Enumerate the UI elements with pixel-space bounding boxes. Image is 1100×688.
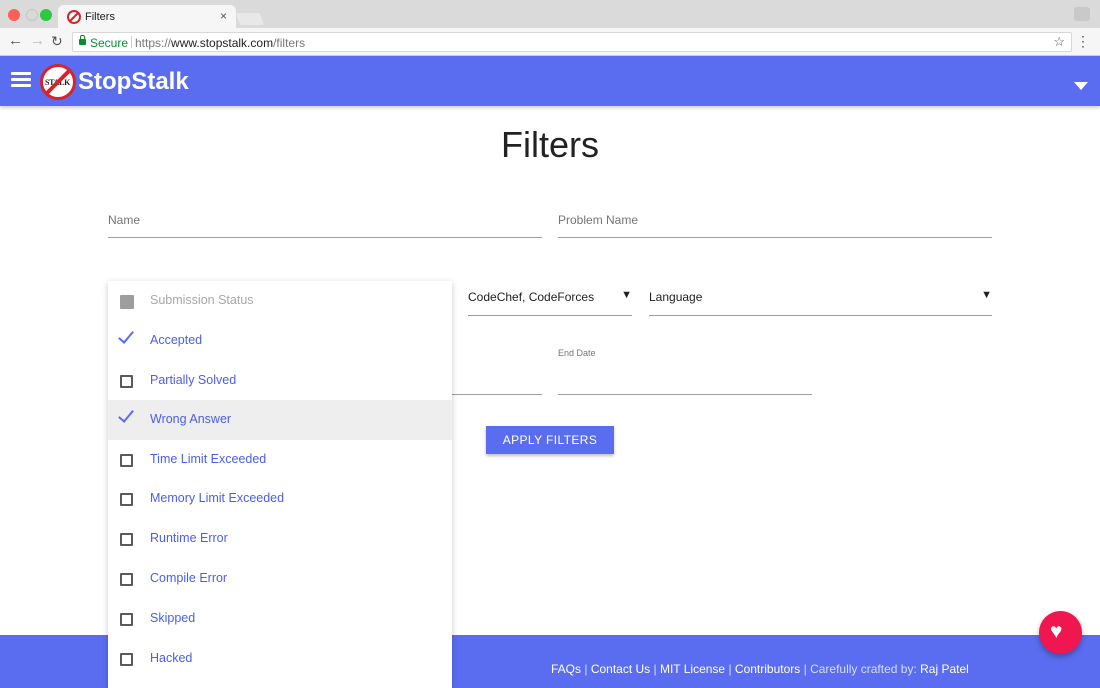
hamburger-menu-icon[interactable] <box>11 72 31 88</box>
browser-profile-icon[interactable] <box>1074 7 1090 21</box>
secure-label: Secure <box>90 36 129 50</box>
problem-name-field <box>558 210 992 238</box>
new-tab-button[interactable] <box>235 13 265 25</box>
checkbox-icon <box>120 573 133 586</box>
url-scheme: https:// <box>135 36 172 50</box>
checkmark-icon <box>118 406 134 423</box>
url-path: /filters <box>273 36 306 50</box>
disabled-checkbox-icon <box>120 295 134 309</box>
stopstalk-logo-icon[interactable]: STALK <box>40 64 76 100</box>
url-host: www.stopstalk.com <box>171 36 274 50</box>
browser-tab[interactable]: Filters × <box>58 5 236 29</box>
checkbox-icon <box>120 454 133 467</box>
status-option-time-limit-exceeded[interactable]: Time Limit Exceeded <box>108 440 452 480</box>
checkbox-icon <box>120 653 133 666</box>
status-option-label: Wrong Answer <box>150 412 232 426</box>
status-option: Submission Status <box>108 281 452 321</box>
status-option-runtime-error[interactable]: Runtime Error <box>108 519 452 559</box>
stopstalk-favicon-icon <box>67 10 81 24</box>
status-option-label: Compile Error <box>150 571 228 585</box>
end-date-label: End Date <box>558 348 596 358</box>
nav-dropdown-caret-icon[interactable] <box>1074 82 1088 90</box>
checkmark-icon <box>118 327 134 344</box>
footer-separator: | <box>800 662 811 676</box>
problem-name-input[interactable] <box>558 210 992 230</box>
checkbox-icon <box>120 533 133 546</box>
status-option-partially-solved[interactable]: Partially Solved <box>108 361 452 401</box>
site-navbar: STALK StopStalk <box>0 56 1100 106</box>
footer-links: FAQs | Contact Us | MIT License | Contri… <box>551 662 969 676</box>
window-zoom-button[interactable] <box>40 9 52 21</box>
status-option-label: Memory Limit Exceeded <box>150 491 285 505</box>
checkbox-icon <box>120 493 133 506</box>
tab-close-icon[interactable]: × <box>220 9 227 23</box>
sites-select-value: CodeChef, CodeForces <box>468 290 595 304</box>
tab-title: Filters <box>85 11 115 23</box>
url-divider <box>131 36 132 48</box>
lock-icon <box>79 35 86 45</box>
address-bar[interactable]: Secure https://www.stopstalk.com/filters… <box>72 32 1072 52</box>
bookmark-star-icon[interactable]: ☆ <box>1053 34 1065 50</box>
status-option-label: Runtime Error <box>150 531 228 545</box>
footer-link-contact[interactable]: Contact Us <box>591 662 650 676</box>
back-arrow-icon[interactable]: ← <box>8 33 23 49</box>
language-caret-icon: ▼ <box>981 289 992 301</box>
footer-link-faqs[interactable]: FAQs <box>551 662 581 676</box>
status-option-label: Time Limit Exceeded <box>150 452 267 466</box>
browser-titlebar: Filters × <box>0 0 1100 29</box>
language-select-value: Language <box>649 290 703 304</box>
browser-toolbar: ← → ↻ Secure https://www.stopstalk.com/f… <box>0 28 1100 56</box>
status-option-wrong-answer[interactable]: Wrong Answer <box>108 400 452 440</box>
name-input[interactable] <box>108 210 542 230</box>
footer-separator: | <box>725 662 735 676</box>
status-option-accepted[interactable]: Accepted <box>108 321 452 361</box>
window-close-button[interactable] <box>8 9 20 21</box>
sites-caret-icon: ▼ <box>621 289 632 301</box>
forward-arrow-icon[interactable]: → <box>30 33 45 49</box>
reload-icon[interactable]: ↻ <box>51 33 63 49</box>
page-title: Filters <box>501 124 599 165</box>
status-option-label: Hacked <box>150 651 193 665</box>
brand-name[interactable]: StopStalk <box>78 68 189 96</box>
heart-icon: ♥ <box>1050 620 1063 643</box>
status-option-skipped[interactable]: Skipped <box>108 599 452 639</box>
footer-crafted-label: Carefully crafted by: <box>810 662 917 676</box>
footer-link-contributors[interactable]: Contributors <box>735 662 800 676</box>
language-select[interactable]: Language ▼ <box>649 280 992 316</box>
apply-filters-button[interactable]: APPLY FILTERS <box>486 426 614 454</box>
checkbox-icon <box>120 375 133 388</box>
status-option-label: Submission Status <box>150 293 254 307</box>
footer-link-author[interactable]: Raj Patel <box>920 662 969 676</box>
browser-menu-icon[interactable]: ⋮ <box>1076 34 1090 48</box>
donate-heart-button[interactable]: ♥ <box>1039 611 1082 654</box>
footer-separator: | <box>581 662 591 676</box>
start-date-field[interactable] <box>450 355 542 395</box>
status-option-compile-error[interactable]: Compile Error <box>108 559 452 599</box>
footer-link-license[interactable]: MIT License <box>660 662 725 676</box>
end-date-field[interactable]: End Date <box>558 345 812 395</box>
submission-status-dropdown: Submission Status Accepted Partially Sol… <box>108 281 452 688</box>
sites-select[interactable]: CodeChef, CodeForces ▼ <box>468 280 632 316</box>
status-option-label: Accepted <box>150 333 203 347</box>
footer-separator: | <box>650 662 660 676</box>
checkbox-icon <box>120 613 133 626</box>
status-option-memory-limit-exceeded[interactable]: Memory Limit Exceeded <box>108 479 452 519</box>
status-option-label: Skipped <box>150 611 196 625</box>
url-text[interactable]: https://www.stopstalk.com/filters <box>135 36 305 50</box>
status-option-hacked[interactable]: Hacked <box>108 639 452 679</box>
name-field <box>108 210 542 238</box>
status-option-label: Partially Solved <box>150 373 237 387</box>
logo-text: STALK <box>45 78 71 87</box>
window-minimize-button[interactable] <box>26 9 38 21</box>
